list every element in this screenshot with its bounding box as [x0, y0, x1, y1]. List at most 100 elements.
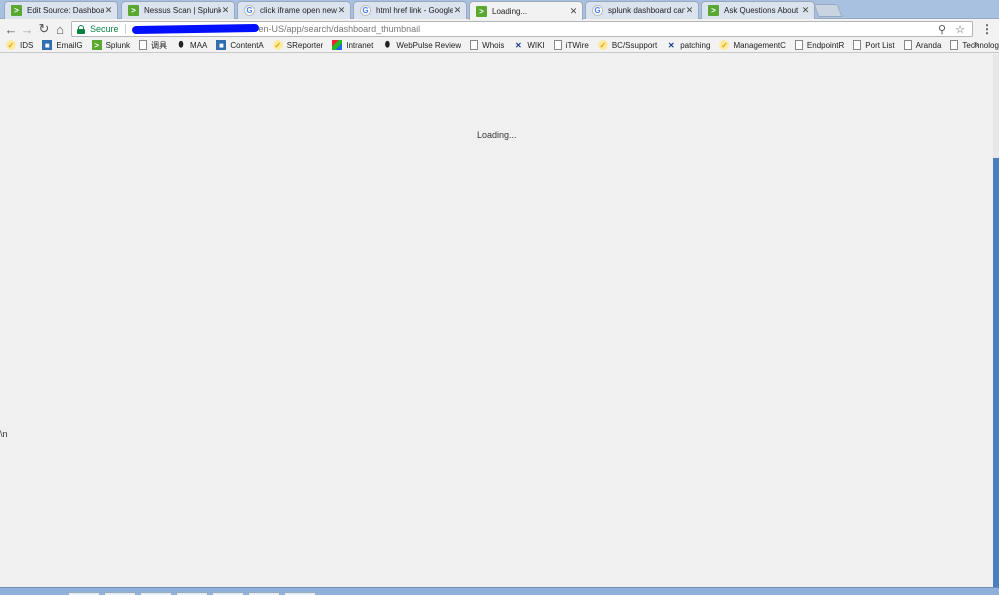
bookmark-item[interactable]: EndpointR — [794, 40, 845, 50]
redacted-host — [131, 23, 259, 35]
bookmark-item[interactable]: 调具 — [139, 40, 167, 51]
page-icon — [853, 40, 862, 50]
tab-1[interactable]: > Edit Source: Dashboard_✕ — [4, 1, 118, 19]
bookmark-item[interactable]: ■ ContentA — [216, 40, 264, 50]
new-tab-button[interactable] — [813, 4, 843, 17]
bookmark-item[interactable]: ✕ patching — [666, 40, 711, 50]
window-scrollbar[interactable] — [993, 54, 999, 587]
bookmark-item[interactable]: Port List — [853, 40, 895, 50]
splunk-icon: > — [11, 5, 22, 16]
url-text[interactable]: en-US/app/search/dashboard_thumbnail — [259, 24, 421, 34]
back-button[interactable]: ← — [3, 21, 19, 37]
bookmark-item[interactable]: ✓ IDS — [6, 40, 33, 50]
page-icon — [470, 40, 479, 50]
check-icon: ✓ — [597, 40, 608, 50]
bookmark-label: Splunk — [105, 40, 131, 50]
page-content: Loading... \n — [0, 54, 993, 587]
tab-label: click iframe open new w — [260, 6, 337, 15]
bookmark-label: Aranda — [915, 40, 942, 50]
bookmark-item[interactable]: > Splunk — [91, 40, 131, 50]
tab-6[interactable]: Gsplunk dashboard can oi✕ — [585, 1, 699, 19]
bookmark-item[interactable]: iTWire — [553, 40, 589, 50]
taskbar — [0, 587, 999, 595]
bookmark-item[interactable]: ✓ SReporter — [272, 40, 324, 50]
bookmark-label: SReporter — [286, 40, 324, 50]
star-icon[interactable]: ☆ — [954, 23, 966, 36]
bookmark-label: patching — [680, 40, 711, 50]
close-icon[interactable]: ✕ — [685, 5, 694, 16]
scrollbar-thumb[interactable] — [993, 158, 999, 587]
reload-icon: ↻ — [38, 21, 50, 36]
tab-label: html href link - Google S — [376, 6, 453, 15]
shield-icon: ⬮ — [384, 40, 390, 49]
url-separator — [124, 24, 126, 34]
shield-icon: ⬮ — [178, 40, 184, 49]
tab-3[interactable]: Gclick iframe open new w ✕ — [237, 1, 351, 19]
check-icon: ✓ — [6, 40, 16, 50]
bookmark-label: Whois — [482, 40, 505, 50]
stray-text: \n — [0, 429, 8, 439]
bookmark-item[interactable]: ⬮ MAA — [176, 40, 208, 50]
google-icon: G — [592, 5, 603, 16]
x-icon: ✕ — [515, 40, 522, 50]
check-icon: ✓ — [272, 40, 283, 50]
square-icon: ■ — [216, 40, 227, 50]
close-icon[interactable]: ✕ — [104, 5, 113, 16]
close-icon[interactable]: ✕ — [801, 5, 810, 16]
forward-button[interactable]: → — [19, 21, 35, 37]
bookmark-label: EmailG — [56, 40, 83, 50]
secure-label: Secure — [90, 24, 119, 34]
tab-5[interactable]: > Loading... ✕ — [469, 1, 583, 20]
bookmark-item[interactable]: Whois — [470, 40, 504, 50]
bookmark-label: WIKI — [527, 40, 545, 50]
tab-2[interactable]: > Nessus Scan | Splunk 6.6✕ — [121, 1, 235, 19]
address-bar[interactable]: Secure en-US/app/search/dashboard_thumbn… — [71, 21, 973, 37]
bookmark-item[interactable]: Intranet — [332, 40, 373, 50]
bookmarks-bar: ✓ IDS ■ EmailG > Splunk 调具 ⬮ MAA ■ ContentA ✓ SRepor… — [0, 38, 999, 53]
check-icon: ✓ — [719, 40, 730, 50]
google-icon: G — [244, 5, 255, 16]
bookmark-item[interactable]: ■ EmailG — [42, 40, 83, 50]
bookmark-label: Technology — [962, 40, 999, 50]
x-icon: ✕ — [667, 40, 675, 50]
tab-4[interactable]: Ghtml href link - Google S✕ — [353, 1, 467, 19]
bookmark-label: EndpointR — [806, 40, 845, 50]
close-icon[interactable]: ✕ — [337, 5, 346, 16]
bookmark-label: WebPulse Review — [396, 40, 462, 50]
tab-label: Edit Source: Dashboard_ — [27, 6, 104, 15]
square-icon: ■ — [42, 40, 53, 50]
splunk-icon: > — [91, 40, 102, 50]
magnifier-icon[interactable]: ⚲ — [936, 23, 948, 36]
tab-label: Ask Questions About Spl — [724, 6, 801, 15]
loading-text: Loading... — [477, 130, 517, 140]
page-icon — [553, 40, 562, 50]
bookmark-item[interactable]: ✓ ManagementC — [719, 40, 786, 50]
arrow-left-icon: ← — [4, 21, 18, 37]
browser-toolbar: ← → ↻ ⌂ Secure en-US/app/search/dashboar… — [0, 19, 999, 38]
multi-icon — [332, 40, 343, 50]
tab-7[interactable]: > Ask Questions About Spl✕ — [701, 1, 815, 19]
splunk-icon: > — [476, 5, 487, 17]
tab-label: Nessus Scan | Splunk 6.6 — [144, 6, 221, 15]
bookmark-label: MAA — [190, 40, 208, 50]
bookmark-item[interactable]: ⬮ WebPulse Review — [382, 40, 461, 50]
bookmark-item[interactable]: ✕ WIKI — [513, 40, 545, 50]
reload-button[interactable]: ↻ — [36, 21, 52, 37]
tab-strip: >Edit Source: Dashboard_✕>Nessus Scan | … — [0, 0, 999, 20]
close-icon[interactable]: ✕ — [453, 5, 462, 16]
bookmark-label: BC/Ssupport — [611, 40, 658, 50]
page-icon — [950, 40, 959, 50]
bookmark-item[interactable]: Aranda — [903, 40, 942, 50]
bookmark-item[interactable]: ✓ BC/Ssupport — [597, 40, 658, 50]
bookmarks-overflow-button[interactable]: » — [973, 39, 979, 50]
google-icon: G — [360, 5, 371, 16]
bookmark-label: ContentA — [230, 40, 264, 50]
three-dots-menu-icon[interactable]: ⋮ — [981, 22, 993, 36]
home-button[interactable]: ⌂ — [52, 21, 68, 37]
close-icon[interactable]: ✕ — [569, 6, 578, 17]
close-icon[interactable]: ✕ — [221, 5, 230, 16]
arrow-right-icon: → — [20, 21, 34, 37]
page-icon — [903, 40, 912, 50]
bookmark-label: IDS — [20, 40, 34, 50]
bookmark-label: 调具 — [151, 40, 168, 50]
